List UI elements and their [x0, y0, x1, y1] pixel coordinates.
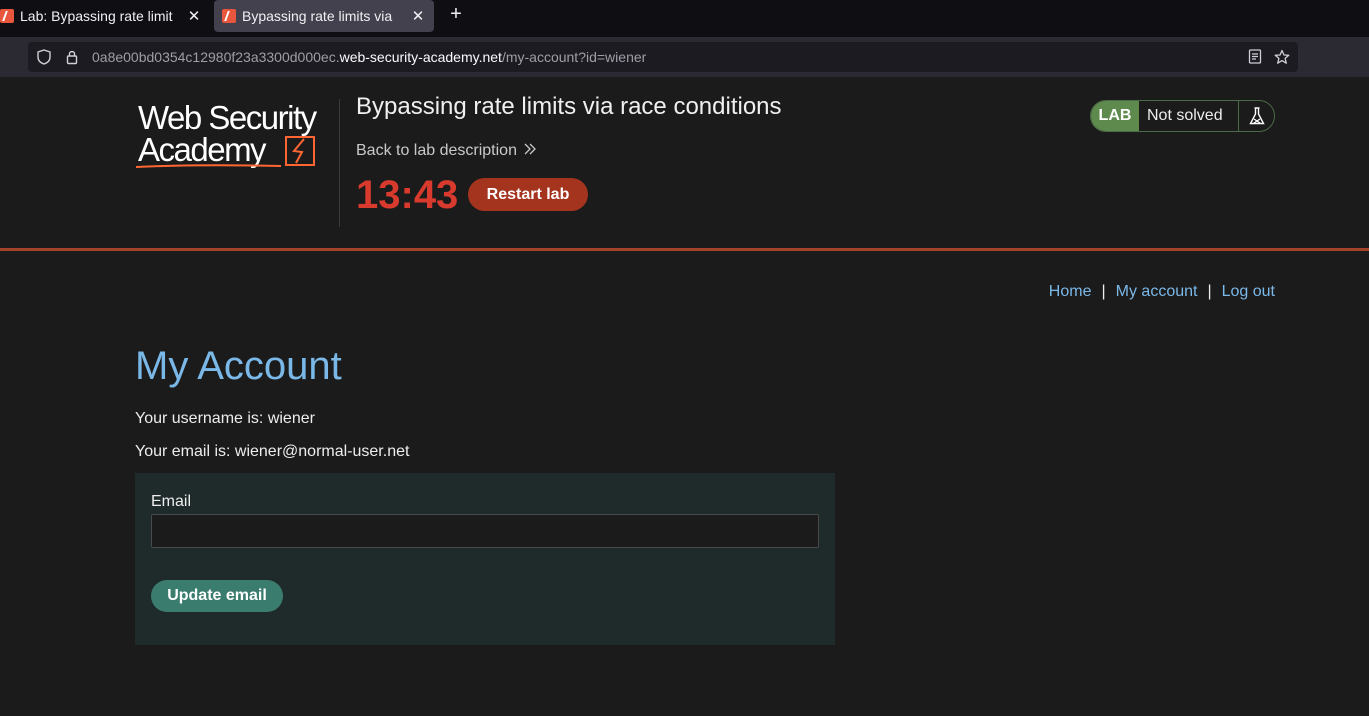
portswigger-favicon-icon [0, 9, 14, 23]
lab-badge: LAB [1091, 101, 1139, 131]
header-divider [339, 99, 340, 227]
url-bar[interactable]: 0a8e00bd0354c12980f23a3300d000ec.web-sec… [28, 42, 1298, 72]
lab-status-text: Not solved [1147, 107, 1223, 124]
flask-icon[interactable] [1238, 101, 1274, 131]
browser-nav-bar: 0a8e00bd0354c12980f23a3300d000ec.web-sec… [0, 37, 1369, 77]
nav-home-link[interactable]: Home [1049, 283, 1092, 301]
double-chevron-right-icon [523, 142, 537, 160]
lab-timer: 13:43 [356, 173, 459, 217]
lock-icon[interactable] [64, 49, 80, 65]
update-email-form: Email Update email [135, 473, 835, 645]
account-nav: Home | My account | Log out [1049, 283, 1275, 301]
url-domain: web-security-academy.net [339, 49, 502, 65]
shield-icon[interactable] [36, 49, 52, 65]
browser-tab-active[interactable]: Bypassing rate limits via ✕ [214, 0, 434, 32]
url-text[interactable]: 0a8e00bd0354c12980f23a3300d000ec.web-sec… [92, 49, 646, 65]
reader-view-icon[interactable] [1248, 49, 1262, 69]
email-text: Your email is: wiener@normal-user.net [135, 443, 410, 460]
email-input[interactable] [151, 514, 819, 548]
back-link-label: Back to lab description [356, 142, 517, 159]
nav-separator: | [1207, 283, 1212, 300]
nav-separator: | [1101, 283, 1106, 300]
close-tab-icon[interactable]: ✕ [408, 7, 428, 25]
nav-my-account-link[interactable]: My account [1116, 283, 1198, 301]
update-email-button[interactable]: Update email [151, 580, 283, 612]
url-prefix: 0a8e00bd0354c12980f23a3300d000ec. [92, 49, 340, 65]
back-to-lab-description-link[interactable]: Back to lab description [356, 142, 537, 160]
bookmark-star-icon[interactable] [1274, 49, 1290, 69]
browser-tab-lab[interactable]: Lab: Bypassing rate limit ✕ [0, 0, 210, 32]
logo-line2: Academy [138, 131, 267, 168]
page-title: My Account [135, 344, 342, 388]
new-tab-button[interactable]: + [446, 4, 466, 26]
lab-status-widget: LAB Not solved [1090, 100, 1275, 132]
url-path: /my-account?id=wiener [501, 49, 647, 65]
lab-title: Bypassing rate limits via race condition… [356, 93, 782, 120]
lab-header: Web Security Academy Bypassing rate limi… [0, 77, 1369, 251]
portswigger-favicon-icon [222, 9, 236, 23]
tab-title: Lab: Bypassing rate limit [20, 8, 173, 24]
browser-tab-bar: Lab: Bypassing rate limit ✕ Bypassing ra… [0, 0, 1369, 37]
nav-logout-link[interactable]: Log out [1222, 283, 1275, 301]
close-tab-icon[interactable]: ✕ [184, 7, 204, 25]
restart-lab-button[interactable]: Restart lab [468, 178, 588, 211]
tab-title: Bypassing rate limits via [242, 8, 393, 24]
username-text: Your username is: wiener [135, 410, 315, 427]
email-label: Email [151, 493, 192, 510]
web-security-academy-logo[interactable]: Web Security Academy [135, 99, 336, 171]
